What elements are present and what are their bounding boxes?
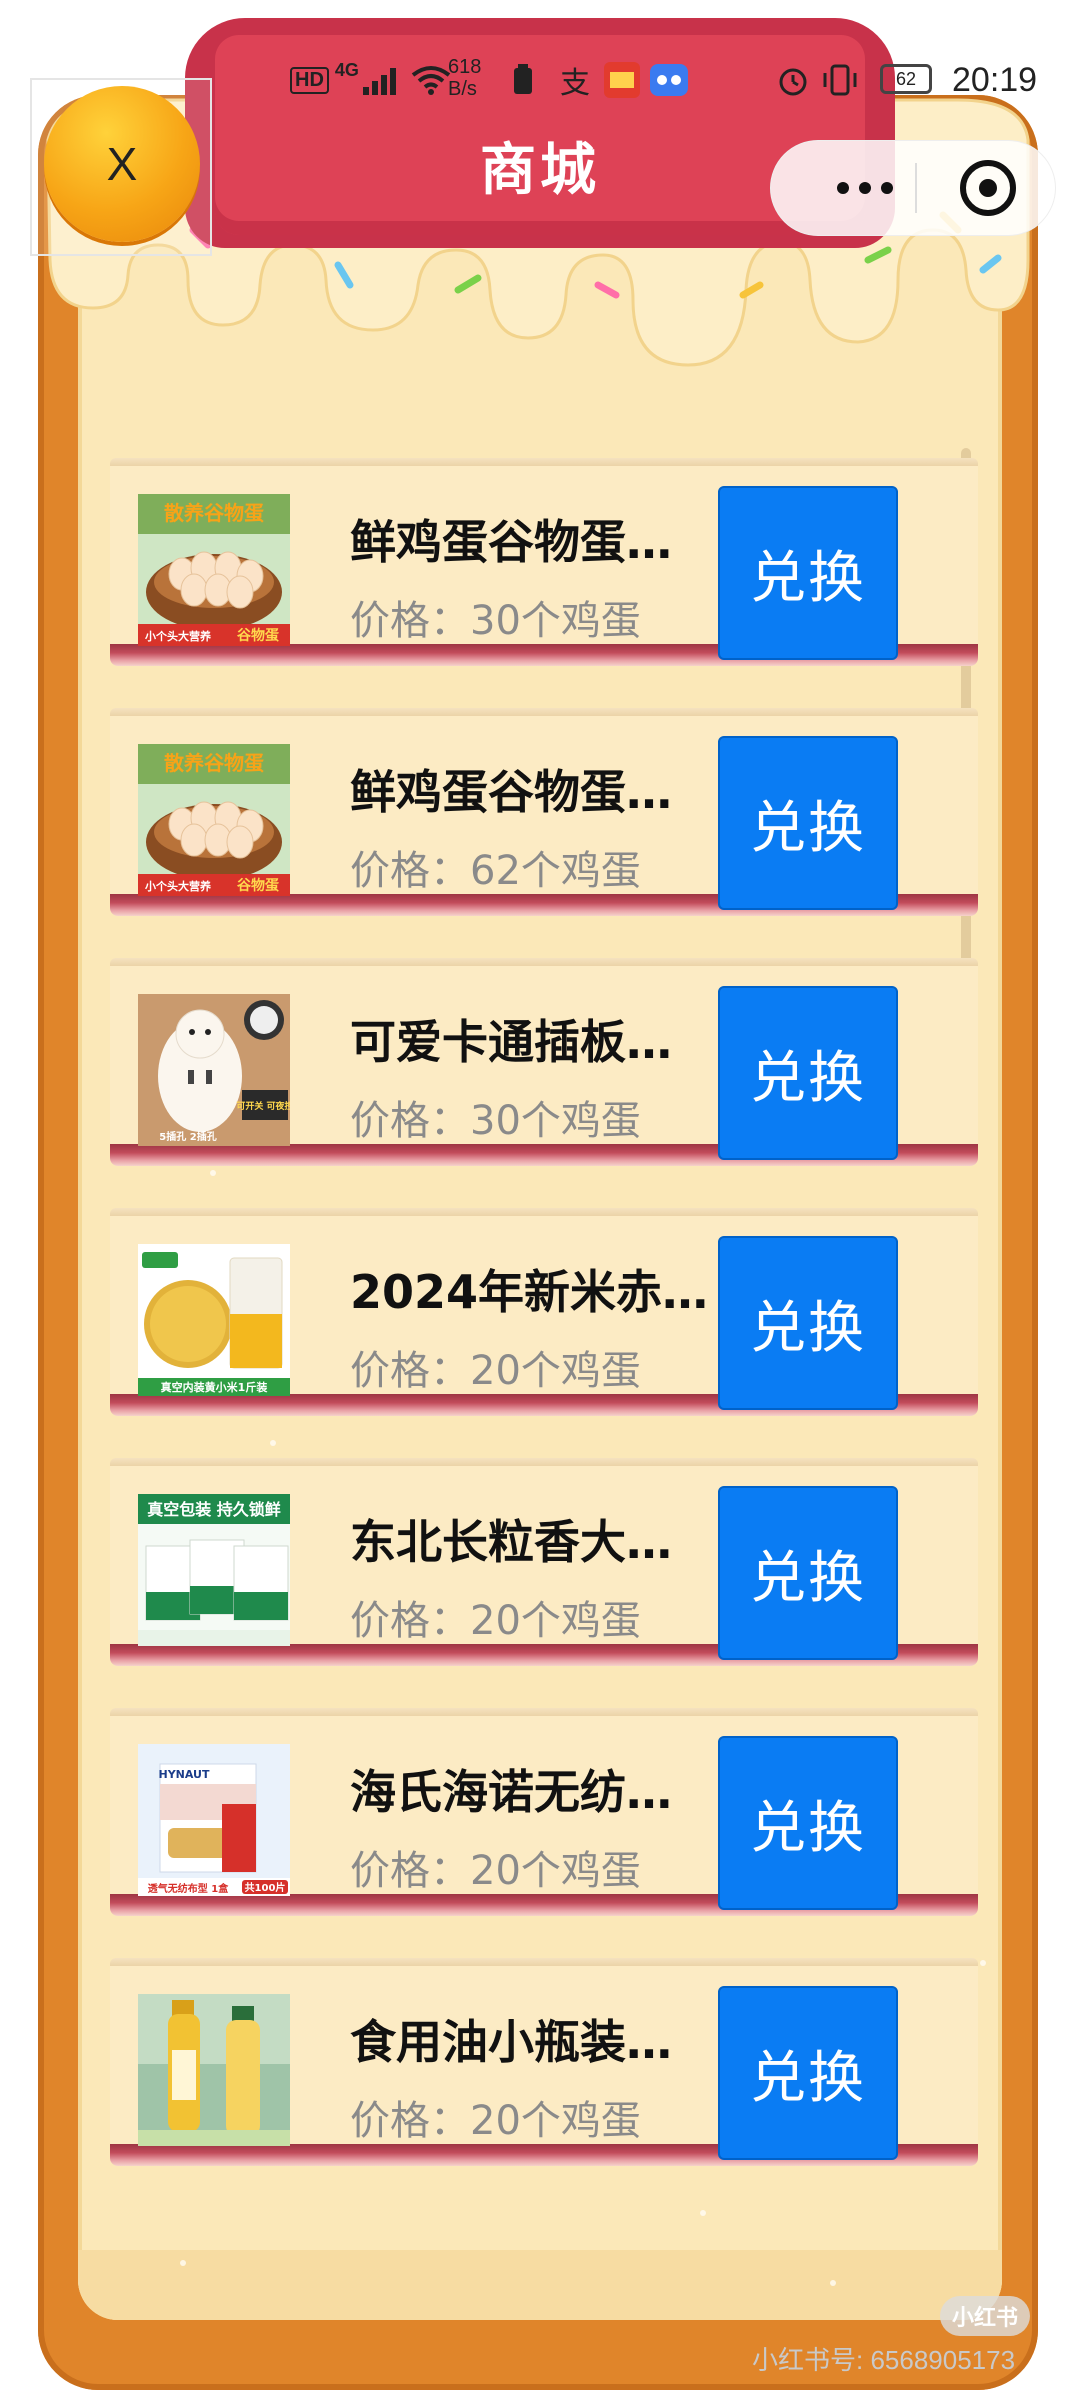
- product-thumbnail: 真空包装 持久锁鲜: [138, 1494, 290, 1646]
- alarm-icon: [779, 68, 807, 96]
- thumbnail-text: 透气无纺布型 1盒: [148, 1882, 229, 1895]
- product-item-6: HYNAUT 透气无纺布型 1盒 共100片 海氏海诺无纺… 价格：20个鸡蛋 …: [110, 1708, 978, 1920]
- close-button[interactable]: X: [44, 86, 200, 242]
- thumbnail-text: 共100片: [245, 1881, 286, 1894]
- cake-panel-lip: [78, 2250, 1002, 2320]
- product-name: 东北长粒香大…: [350, 1515, 672, 1569]
- product-price: 价格：20个鸡蛋: [350, 1848, 641, 1894]
- exit-miniprogram-icon[interactable]: [960, 160, 1016, 216]
- product-thumbnail: 可开关 可夜控 5插孔 2插孔: [138, 994, 290, 1146]
- thumbnail-text: 谷物蛋: [237, 627, 279, 644]
- product-item-3: 可开关 可夜控 5插孔 2插孔 可爱卡通插板… 价格：30个鸡蛋 兑换: [110, 958, 978, 1170]
- thumbnail-text: 小个头大营养: [144, 879, 212, 893]
- sprinkle-dot: [180, 2260, 186, 2266]
- product-thumbnail: 散养谷物蛋 小个头大营养 谷物蛋: [138, 744, 290, 896]
- product-item-5: 真空包装 持久锁鲜 东北长粒香大… 价格：20个鸡蛋 兑换: [110, 1458, 978, 1670]
- page-title: 商城: [480, 138, 600, 203]
- product-price: 价格：20个鸡蛋: [350, 1348, 641, 1394]
- exchange-button[interactable]: 兑换: [718, 486, 898, 660]
- signal-icon: [362, 68, 396, 95]
- product-price: 价格：20个鸡蛋: [350, 2098, 641, 2144]
- alipay-icon: 支: [560, 67, 590, 100]
- more-menu-icon[interactable]: [810, 160, 920, 216]
- watermark-text: 小红书号: 6568905173: [752, 2345, 1016, 2375]
- sprinkle-dot: [980, 1960, 986, 1966]
- watermark-logo: 小红书: [940, 2296, 1030, 2336]
- cooking-oil-bottle-image: [138, 1994, 290, 2146]
- capsule-divider: [915, 163, 917, 213]
- product-name: 食用油小瓶装…: [350, 2015, 672, 2069]
- exchange-button[interactable]: 兑换: [718, 986, 898, 1160]
- exchange-button[interactable]: 兑换: [718, 1986, 898, 2160]
- product-price: 价格：30个鸡蛋: [350, 1098, 641, 1144]
- exchange-button[interactable]: 兑换: [718, 736, 898, 910]
- thumbnail-text: 小个头大营养: [144, 629, 212, 643]
- thumbnail-text: HYNAUT: [159, 1768, 210, 1781]
- exchange-button[interactable]: 兑换: [718, 1236, 898, 1410]
- product-name: 海氏海诺无纺…: [350, 1765, 672, 1819]
- thumbnail-text: 真空包装 持久锁鲜: [147, 1500, 281, 1519]
- thumbnail-text: 散养谷物蛋: [164, 751, 264, 775]
- product-item-1: 散养谷物蛋 小个头大营养 谷物蛋 鲜鸡蛋谷物蛋… 价格：30个鸡蛋 兑换: [110, 458, 978, 670]
- product-list: 散养谷物蛋 小个头大营养 谷物蛋 鲜鸡蛋谷物蛋… 价格：30个鸡蛋 兑换 散养谷…: [110, 458, 978, 2208]
- game-icon: [650, 64, 688, 96]
- egg-basket-image: 散养谷物蛋 小个头大营养 谷物蛋: [138, 494, 290, 646]
- product-thumbnail: 真空内装黄小米1斤装: [138, 1244, 290, 1396]
- sim-alert-icon: [514, 64, 532, 94]
- product-item-7: 食用油小瓶装… 价格：20个鸡蛋 兑换: [110, 1958, 978, 2170]
- exchange-button[interactable]: 兑换: [718, 1736, 898, 1910]
- wifi-icon: [411, 66, 451, 95]
- battery-indicator: 62: [880, 64, 932, 94]
- thumbnail-text: 散养谷物蛋: [164, 501, 264, 525]
- millet-package-image: 真空内装黄小米1斤装: [138, 1244, 290, 1396]
- product-thumbnail: [138, 1994, 290, 2146]
- product-thumbnail: HYNAUT 透气无纺布型 1盒 共100片: [138, 1744, 290, 1896]
- thumbnail-text: 可开关 可夜控: [236, 1100, 290, 1112]
- egg-basket-image: 散养谷物蛋 小个头大营养 谷物蛋: [138, 744, 290, 896]
- sprinkle-dot: [830, 2280, 836, 2286]
- network-speed: 618 B/s: [448, 56, 481, 116]
- thumbnail-text: 谷物蛋: [237, 877, 279, 894]
- product-price: 价格：30个鸡蛋: [350, 598, 641, 644]
- product-name: 鲜鸡蛋谷物蛋…: [350, 765, 672, 819]
- sprinkle-dot: [700, 2210, 706, 2216]
- system-icons: [776, 50, 860, 110]
- exchange-button[interactable]: 兑换: [718, 1486, 898, 1660]
- product-name: 可爱卡通插板…: [350, 1015, 672, 1069]
- mall-page: 商城 HD 4G 618 B/s 支 62 20:19 X 散养谷物蛋 小个头大…: [0, 0, 1080, 2400]
- product-item-4: 真空内装黄小米1斤装 2024年新米赤… 价格：20个鸡蛋 兑换: [110, 1208, 978, 1420]
- vibrate-icon: [823, 64, 857, 96]
- product-price: 价格：20个鸡蛋: [350, 1598, 641, 1644]
- app-notification-icon: [604, 62, 640, 98]
- cartoon-power-strip-image: 可开关 可夜控 5插孔 2插孔: [138, 994, 290, 1146]
- signal-type: 4G: [334, 59, 359, 80]
- product-thumbnail: 散养谷物蛋 小个头大营养 谷物蛋: [138, 494, 290, 646]
- thumbnail-text: 真空内装黄小米1斤装: [161, 1380, 268, 1394]
- product-name: 2024年新米赤…: [350, 1265, 705, 1319]
- speed-unit: B/s: [448, 78, 477, 100]
- hd-badge: HD: [290, 66, 329, 94]
- notification-icons: 支: [512, 50, 688, 110]
- speed-value: 618: [448, 56, 482, 78]
- network-indicator: HD 4G: [290, 50, 451, 110]
- product-item-2: 散养谷物蛋 小个头大营养 谷物蛋 鲜鸡蛋谷物蛋… 价格：62个鸡蛋 兑换: [110, 708, 978, 920]
- product-price: 价格：62个鸡蛋: [350, 848, 641, 894]
- clock: 20:19: [952, 60, 1038, 99]
- bandage-box-image: HYNAUT 透气无纺布型 1盒 共100片: [138, 1744, 290, 1896]
- product-name: 鲜鸡蛋谷物蛋…: [350, 515, 672, 569]
- thumbnail-text: 5插孔 2插孔: [159, 1130, 216, 1143]
- rice-package-image: 真空包装 持久锁鲜: [138, 1494, 290, 1646]
